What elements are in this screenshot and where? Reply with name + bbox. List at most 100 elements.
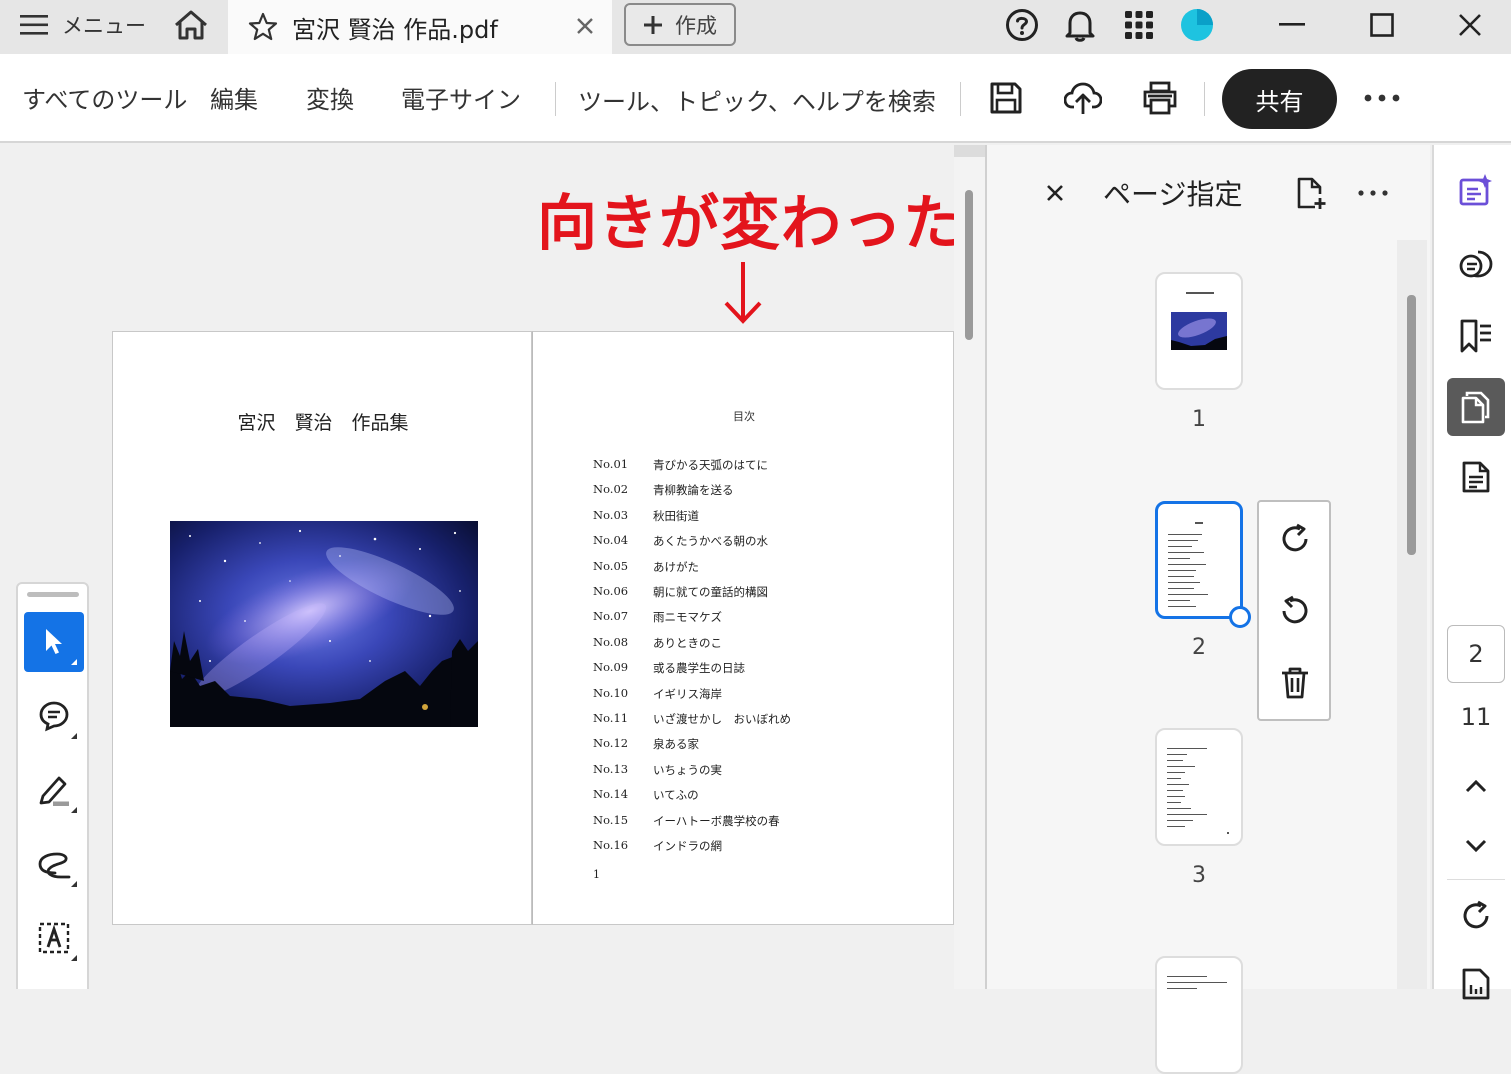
text-box-tool-button[interactable] <box>24 908 84 968</box>
toc-number: No.13 <box>593 761 629 776</box>
window-close-button[interactable] <box>1448 6 1492 44</box>
bookmarks-button[interactable] <box>1447 307 1505 365</box>
upload-cloud-button[interactable] <box>1061 76 1105 120</box>
maximize-button[interactable] <box>1360 6 1404 44</box>
page-thumbnail-2[interactable] <box>1155 501 1243 619</box>
comments-button[interactable] <box>1447 237 1505 295</box>
menu-button[interactable]: メニュー <box>0 0 150 50</box>
print-button[interactable] <box>1138 76 1182 120</box>
pane-close-button[interactable] <box>1037 175 1073 211</box>
tab-e-sign[interactable]: 電子サイン <box>401 80 521 115</box>
tab-all-tools[interactable]: すべてのツール <box>22 80 187 115</box>
share-button[interactable]: 共有 <box>1222 69 1337 129</box>
divider <box>1447 879 1505 880</box>
chevron-up-icon <box>1465 779 1487 793</box>
cursor-arrow-icon <box>46 629 62 654</box>
pages-icon <box>1461 391 1490 424</box>
comment-tool-button[interactable] <box>24 686 84 746</box>
tab-edit[interactable]: 編集 <box>210 80 258 115</box>
more-options-button[interactable] <box>1360 76 1404 120</box>
previous-page-button[interactable] <box>1447 757 1505 815</box>
draw-tool-button[interactable] <box>24 834 84 894</box>
mini-line <box>1168 552 1204 553</box>
mini-line <box>1168 606 1196 607</box>
document-properties-button[interactable] <box>1447 448 1505 506</box>
toc-title: いざ渡せかし おいぼれめ <box>653 712 791 726</box>
toc-title: ありときのこ <box>653 635 722 650</box>
ai-edit-icon <box>1459 174 1492 206</box>
mini-line <box>1167 976 1207 977</box>
organize-pages-button[interactable] <box>1447 378 1505 436</box>
save-button[interactable] <box>984 76 1028 120</box>
page-thumbnail-1[interactable] <box>1155 272 1243 390</box>
hamburger-icon <box>20 15 48 35</box>
mini-line <box>1168 546 1192 547</box>
plus-icon <box>644 15 662 34</box>
submenu-indicator <box>71 807 77 813</box>
mini-line <box>1168 588 1194 589</box>
create-label: 作成 <box>675 13 717 38</box>
select-tool-button[interactable] <box>24 612 84 672</box>
star-icon[interactable] <box>248 12 278 42</box>
mini-line <box>1168 576 1194 577</box>
document-tab-title: 宮沢 賢治 作品.pdf <box>292 15 498 44</box>
toc-title: 朝に就ての童話的構図 <box>653 585 768 599</box>
search-box[interactable]: ツール、トピック、ヘルプを検索 <box>578 74 936 124</box>
pane-more-button[interactable] <box>1353 173 1393 213</box>
tab-close-button[interactable] <box>570 11 600 41</box>
page-number-input[interactable]: 2 <box>1447 625 1505 683</box>
rotate-view-button[interactable] <box>1447 887 1505 945</box>
mini-line <box>1167 784 1189 785</box>
mini-line <box>1167 772 1185 773</box>
printer-icon <box>1143 81 1177 115</box>
drag-handle[interactable] <box>27 592 79 597</box>
tab-convert[interactable]: 変換 <box>306 80 354 115</box>
mini-line <box>1167 826 1185 827</box>
toc-title: インドラの網 <box>653 839 722 853</box>
page-thumbnail-3[interactable] <box>1155 728 1243 846</box>
toc-title: 青柳教論を送る <box>653 483 734 498</box>
apps-button[interactable] <box>1119 6 1159 44</box>
mini-line <box>1167 982 1227 983</box>
help-button[interactable] <box>1002 6 1042 44</box>
delete-page-button[interactable] <box>1270 658 1320 708</box>
document-tab[interactable]: 宮沢 賢治 作品.pdf <box>228 0 612 54</box>
toc-title: 青びかる天弧のはてに <box>653 458 768 472</box>
toc-title: 雨ニモマケズ <box>653 610 722 625</box>
rotate-clockwise-icon <box>1282 523 1308 552</box>
document-title: 宮沢 賢治 作品集 <box>237 412 409 434</box>
menu-label: メニュー <box>62 14 146 38</box>
notifications-button[interactable] <box>1060 6 1100 44</box>
home-button[interactable] <box>165 4 217 46</box>
minimize-button[interactable] <box>1270 6 1314 44</box>
selection-handle[interactable] <box>1229 606 1251 628</box>
mini-line <box>1167 796 1185 797</box>
toc-number: No.11 <box>593 711 629 725</box>
close-icon <box>1459 14 1481 36</box>
pane-title: ページ指定 <box>1103 178 1243 211</box>
page-thumbnail-4[interactable] <box>1155 956 1243 1074</box>
down-arrow-annotation <box>724 262 762 324</box>
profile-button[interactable] <box>1177 6 1217 44</box>
fit-page-button[interactable] <box>1447 955 1505 1013</box>
mini-line <box>1167 820 1193 821</box>
total-pages: 11 <box>1460 703 1492 731</box>
insert-page-button[interactable] <box>1291 173 1331 213</box>
highlight-tool-button[interactable] <box>24 760 84 820</box>
toc-number: No.09 <box>593 660 629 675</box>
ai-assistant-button[interactable] <box>1447 161 1505 219</box>
cloud-upload-icon <box>1064 82 1102 114</box>
toc-title: あくたうかべる朝の水 <box>653 534 768 549</box>
rotate-counterclockwise-button[interactable] <box>1270 586 1320 636</box>
mini-line <box>1167 760 1183 761</box>
mini-line <box>1227 832 1229 834</box>
scrollbar-cap <box>954 145 985 157</box>
create-button[interactable]: 作成 <box>624 3 736 46</box>
rotate-clockwise-button[interactable] <box>1270 514 1320 564</box>
toc-number: No.03 <box>593 507 629 522</box>
toc-number: No.02 <box>593 482 629 497</box>
pane-scroll-thumb[interactable] <box>1407 295 1416 555</box>
document-viewport[interactable]: 向きが変わった 宮沢 賢治 作品集 目次 No.01 青びかる天弧のはてに No… <box>0 145 985 989</box>
document-scroll-thumb[interactable] <box>965 190 973 340</box>
next-page-button[interactable] <box>1447 817 1505 875</box>
